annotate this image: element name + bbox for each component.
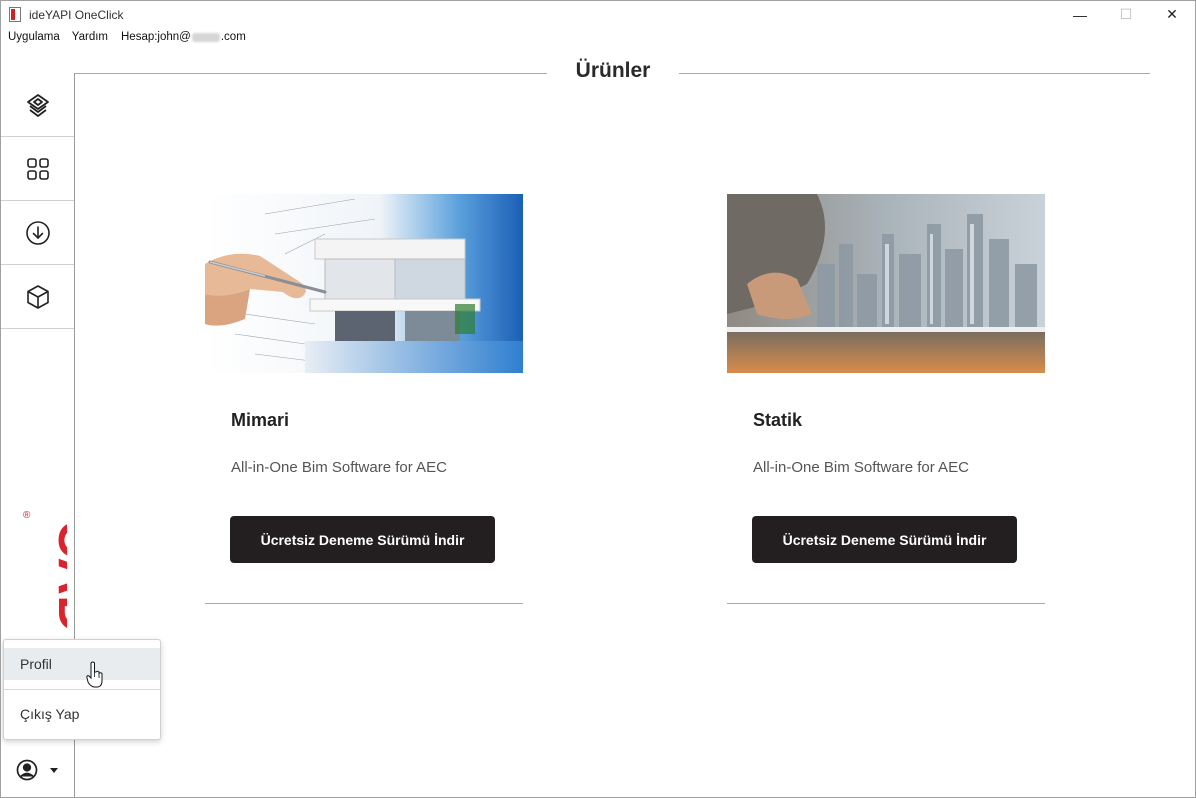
- product-card-statik: Statik All-in-One Bim Software for AEC Ü…: [727, 194, 1045, 604]
- dropdown-item-cikis-yap[interactable]: Çıkış Yap: [4, 698, 160, 730]
- dropdown-item-profil[interactable]: Profil: [4, 648, 160, 680]
- card-divider: [727, 603, 1045, 604]
- brand-logo: ® CAD: [23, 510, 67, 633]
- product-title-statik: Statik: [753, 410, 803, 430]
- sidebar-item-home[interactable]: [1, 73, 74, 137]
- redacted-email: [191, 32, 220, 42]
- close-button[interactable]: ✕: [1149, 1, 1195, 28]
- account-menu-button[interactable]: [16, 759, 58, 781]
- svg-text:®: ®: [23, 510, 31, 521]
- product-desc-statik: All-in-One Bim Software for AEC: [753, 459, 969, 476]
- layers-icon: [26, 93, 49, 117]
- product-title-mimari: Mimari: [231, 410, 290, 430]
- dropdown-divider: [4, 689, 160, 690]
- menu-bar: Uygulama Yardım Hesap:john@ .com: [1, 28, 246, 46]
- page-title: Ürünler: [575, 59, 651, 82]
- minimize-button[interactable]: —: [1057, 1, 1103, 28]
- cube-icon: [26, 284, 49, 309]
- caret-down-icon: [50, 767, 58, 773]
- window-controls: — ☐ ✕: [1057, 1, 1195, 28]
- sidebar-item-products[interactable]: [1, 265, 74, 329]
- app-window: ideYAPI OneClick — ☐ ✕ Uygulama Yardım H…: [0, 0, 1196, 798]
- hand-cursor-icon: [86, 661, 103, 688]
- card-divider: [205, 603, 523, 604]
- header-rule-right: [679, 73, 1150, 74]
- header-rule-left: [75, 73, 547, 74]
- sidebar-item-apps[interactable]: [1, 137, 74, 201]
- grid-icon: [26, 157, 49, 180]
- window-title: ideYAPI OneClick: [29, 7, 124, 22]
- product-image-mimari: [205, 194, 523, 373]
- brand-text: CAD: [47, 520, 67, 633]
- menu-uygulama[interactable]: Uygulama: [1, 31, 66, 43]
- menu-account[interactable]: Hesap:john@ .com: [114, 31, 246, 43]
- product-card-mimari: Mimari All-in-One Bim Software for AEC Ü…: [205, 194, 523, 604]
- title-bar: ideYAPI OneClick — ☐ ✕: [1, 1, 1195, 28]
- menu-yardim[interactable]: Yardım: [66, 31, 114, 43]
- profile-dropdown: Profil Çıkış Yap: [3, 639, 161, 740]
- download-trial-button-mimari[interactable]: Ücretsiz Deneme Sürümü İndir: [230, 516, 495, 563]
- account-prefix: Hesap:john@: [121, 31, 191, 43]
- download-icon: [25, 220, 50, 245]
- maximize-button[interactable]: ☐: [1103, 1, 1149, 28]
- download-trial-button-statik[interactable]: Ücretsiz Deneme Sürümü İndir: [752, 516, 1017, 563]
- app-icon: [9, 6, 23, 23]
- product-image-statik: [727, 194, 1045, 373]
- user-avatar-icon: [16, 759, 38, 781]
- account-suffix: .com: [220, 31, 246, 43]
- product-desc-mimari: All-in-One Bim Software for AEC: [231, 459, 447, 476]
- sidebar-item-downloads[interactable]: [1, 201, 74, 265]
